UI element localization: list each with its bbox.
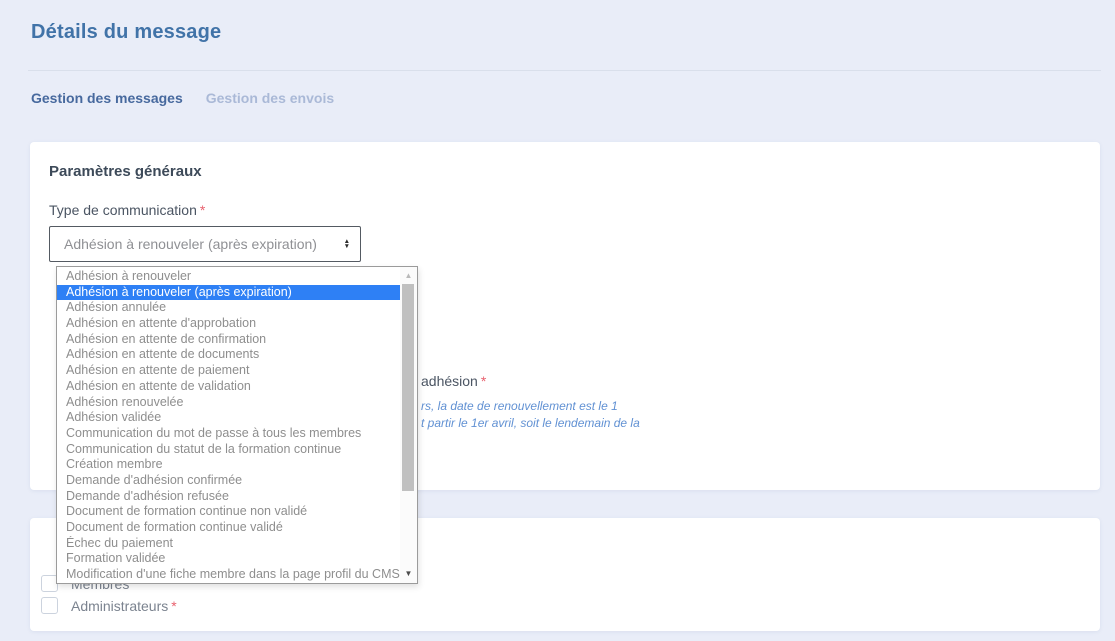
dropdown-option[interactable]: Adhésion à renouveler bbox=[57, 269, 400, 285]
dropdown-option[interactable]: Adhésion en attente de documents bbox=[57, 347, 400, 363]
dropdown-option[interactable]: Adhésion en attente de paiement bbox=[57, 363, 400, 379]
dropdown-option[interactable]: Adhésion en attente de confirmation bbox=[57, 332, 400, 348]
required-asterisk: * bbox=[481, 373, 486, 389]
scroll-down-icon[interactable]: ▼ bbox=[400, 567, 417, 581]
scroll-up-icon[interactable]: ▲ bbox=[400, 269, 417, 283]
dropdown-option[interactable]: Document de formation continue validé bbox=[57, 520, 400, 536]
communication-type-select[interactable]: Adhésion à renouveler (après expiration)… bbox=[49, 226, 361, 262]
dropdown-option[interactable]: Demande d'adhésion confirmée bbox=[57, 473, 400, 489]
partially-hidden-field-label: adhésion* bbox=[421, 373, 486, 389]
help-text-line-1: rs, la date de renouvellement est le 1 bbox=[421, 399, 618, 413]
dropdown-option[interactable]: Adhésion en attente d'approbation bbox=[57, 316, 400, 332]
required-asterisk: * bbox=[171, 598, 176, 614]
administrateurs-checkbox[interactable] bbox=[41, 597, 58, 614]
dropdown-option[interactable]: Adhésion annulée bbox=[57, 300, 400, 316]
card-title: Paramètres généraux bbox=[49, 163, 202, 180]
dropdown-option[interactable]: Adhésion renouvelée bbox=[57, 395, 400, 411]
dropdown-option[interactable]: Demande d'adhésion refusée bbox=[57, 489, 400, 505]
help-text-line-2: t partir le 1er avril, soit le lendemain… bbox=[421, 416, 640, 430]
administrateurs-label: Administrateurs* bbox=[71, 598, 177, 614]
communication-type-label: Type de communication* bbox=[49, 202, 205, 218]
dropdown-scrollbar[interactable]: ▲ ▼ bbox=[400, 267, 417, 583]
dropdown-option[interactable]: Communication du mot de passe à tous les… bbox=[57, 426, 400, 442]
tab-bar: Gestion des messages Gestion des envois bbox=[31, 90, 334, 106]
dropdown-option[interactable]: Adhésion en attente de validation bbox=[57, 379, 400, 395]
tab-gestion-des-messages[interactable]: Gestion des messages bbox=[31, 90, 183, 106]
tab-gestion-des-envois[interactable]: Gestion des envois bbox=[206, 90, 334, 106]
recipient-row-administrateurs[interactable]: Administrateurs* bbox=[41, 597, 177, 614]
select-value: Adhésion à renouveler (après expiration) bbox=[64, 236, 344, 252]
select-stepper-icon: ▲ ▼ bbox=[344, 239, 350, 249]
dropdown-option[interactable]: Échec du paiement bbox=[57, 536, 400, 552]
dropdown-option[interactable]: Adhésion à renouveler (après expiration) bbox=[57, 285, 400, 301]
page-title: Détails du message bbox=[31, 21, 221, 44]
dropdown-option[interactable]: Adhésion validée bbox=[57, 410, 400, 426]
required-asterisk: * bbox=[200, 202, 205, 218]
header-divider bbox=[28, 70, 1101, 71]
dropdown-option[interactable]: Communication du statut de la formation … bbox=[57, 442, 400, 458]
dropdown-list: Adhésion à renouvelerAdhésion à renouvel… bbox=[57, 267, 400, 583]
dropdown-option[interactable]: Création membre bbox=[57, 457, 400, 473]
dropdown-option[interactable]: Formation validée bbox=[57, 551, 400, 567]
scrollbar-thumb[interactable] bbox=[402, 284, 414, 491]
dropdown-option[interactable]: Document de formation continue non valid… bbox=[57, 504, 400, 520]
communication-type-dropdown: Adhésion à renouvelerAdhésion à renouvel… bbox=[56, 266, 418, 584]
dropdown-option[interactable]: Modification d'une fiche membre dans la … bbox=[57, 567, 400, 583]
